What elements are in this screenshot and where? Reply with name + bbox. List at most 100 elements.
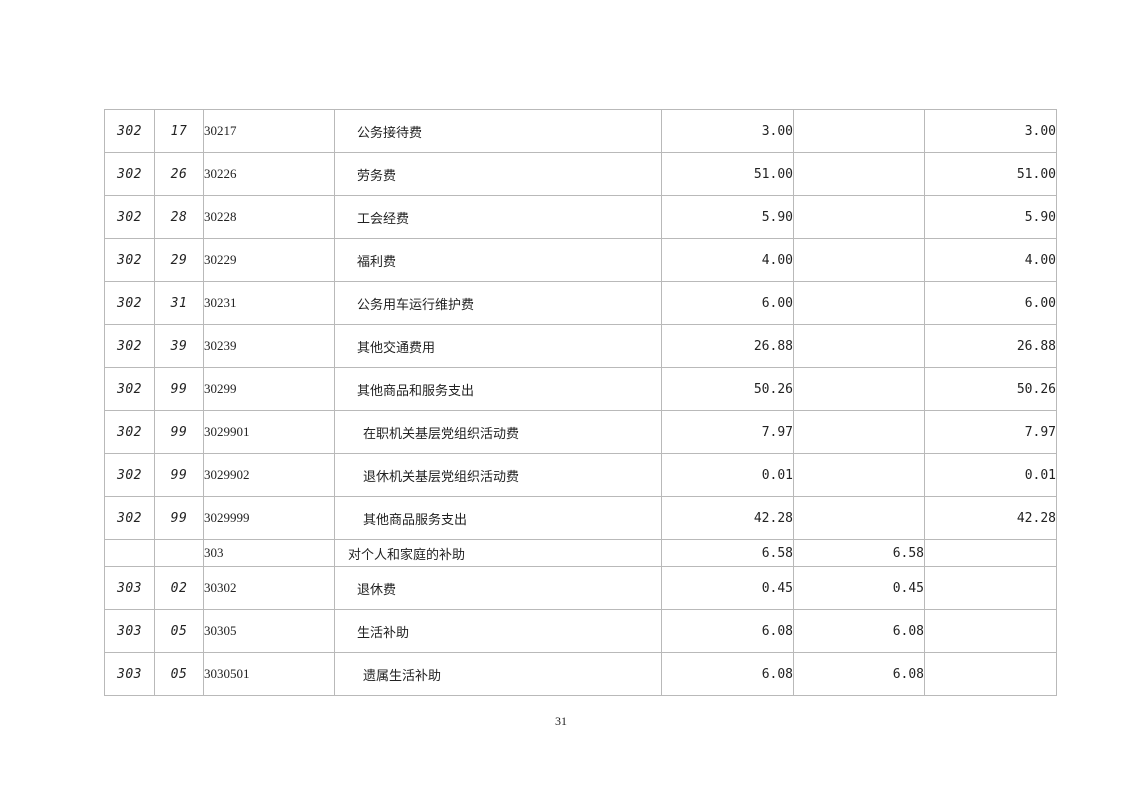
subject-code-cell: 30228 bbox=[203, 195, 335, 239]
basic-amount-cell: 0.45 bbox=[793, 566, 925, 610]
table-row: 302 99 3029901 在职机关基层党组织活动费 7.97 7.97 bbox=[104, 410, 1057, 454]
subject-name-cell: 在职机关基层党组织活动费 bbox=[334, 410, 662, 454]
subject-code-cell: 3029901 bbox=[203, 410, 335, 454]
project-amount-cell: 3.00 bbox=[924, 109, 1057, 153]
total-amount-cell: 0.45 bbox=[661, 566, 794, 610]
basic-amount-cell bbox=[793, 367, 925, 411]
total-amount-cell: 42.28 bbox=[661, 496, 794, 540]
table-row: 302 39 30239 其他交通费用 26.88 26.88 bbox=[104, 324, 1057, 368]
class-code-cell: 303 bbox=[104, 566, 155, 610]
basic-amount-cell bbox=[793, 238, 925, 282]
subject-name-cell: 劳务费 bbox=[334, 152, 662, 196]
basic-amount-cell bbox=[793, 281, 925, 325]
total-amount-cell: 4.00 bbox=[661, 238, 794, 282]
subject-code-cell: 30305 bbox=[203, 609, 335, 653]
basic-amount-cell bbox=[793, 324, 925, 368]
item-code-cell: 17 bbox=[154, 109, 204, 153]
project-amount-cell bbox=[924, 609, 1057, 653]
project-amount-cell: 0.01 bbox=[924, 453, 1057, 497]
class-code-cell: 302 bbox=[104, 195, 155, 239]
basic-amount-cell: 6.58 bbox=[793, 539, 925, 567]
class-code-cell: 303 bbox=[104, 609, 155, 653]
total-amount-cell: 50.26 bbox=[661, 367, 794, 411]
project-amount-cell bbox=[924, 652, 1057, 696]
project-amount-cell: 5.90 bbox=[924, 195, 1057, 239]
basic-amount-cell bbox=[793, 152, 925, 196]
table-row: 302 99 3029902 退休机关基层党组织活动费 0.01 0.01 bbox=[104, 453, 1057, 497]
total-amount-cell: 6.08 bbox=[661, 609, 794, 653]
basic-amount-cell bbox=[793, 109, 925, 153]
class-code-cell: 302 bbox=[104, 453, 155, 497]
total-amount-cell: 26.88 bbox=[661, 324, 794, 368]
project-amount-cell: 50.26 bbox=[924, 367, 1057, 411]
class-code-cell: 302 bbox=[104, 410, 155, 454]
table-row: 302 99 30299 其他商品和服务支出 50.26 50.26 bbox=[104, 367, 1057, 411]
project-amount-cell: 51.00 bbox=[924, 152, 1057, 196]
item-code-cell: 99 bbox=[154, 453, 204, 497]
class-code-cell: 302 bbox=[104, 281, 155, 325]
project-amount-cell: 6.00 bbox=[924, 281, 1057, 325]
subject-name-cell: 公务接待费 bbox=[334, 109, 662, 153]
subject-code-cell: 30229 bbox=[203, 238, 335, 282]
item-code-cell: 29 bbox=[154, 238, 204, 282]
item-code-cell: 02 bbox=[154, 566, 204, 610]
table-row: 302 29 30229 福利费 4.00 4.00 bbox=[104, 238, 1057, 282]
item-code-cell: 26 bbox=[154, 152, 204, 196]
subject-code-cell: 30226 bbox=[203, 152, 335, 196]
total-amount-cell: 0.01 bbox=[661, 453, 794, 497]
item-code-cell: 05 bbox=[154, 652, 204, 696]
project-amount-cell: 4.00 bbox=[924, 238, 1057, 282]
subject-name-cell: 公务用车运行维护费 bbox=[334, 281, 662, 325]
subject-code-cell: 303 bbox=[203, 539, 335, 567]
table-row: 302 99 3029999 其他商品服务支出 42.28 42.28 bbox=[104, 496, 1057, 540]
table-row: 302 26 30226 劳务费 51.00 51.00 bbox=[104, 152, 1057, 196]
table-row: 303 05 3030501 遗属生活补助 6.08 6.08 bbox=[104, 652, 1057, 696]
subject-name-cell: 工会经费 bbox=[334, 195, 662, 239]
total-amount-cell: 51.00 bbox=[661, 152, 794, 196]
basic-amount-cell bbox=[793, 195, 925, 239]
item-code-cell: 99 bbox=[154, 367, 204, 411]
class-code-cell: 302 bbox=[104, 109, 155, 153]
page-number: 31 bbox=[555, 714, 567, 728]
subject-name-cell: 退休机关基层党组织活动费 bbox=[334, 453, 662, 497]
basic-amount-cell: 6.08 bbox=[793, 652, 925, 696]
table-row: 303 05 30305 生活补助 6.08 6.08 bbox=[104, 609, 1057, 653]
total-amount-cell: 5.90 bbox=[661, 195, 794, 239]
project-amount-cell: 26.88 bbox=[924, 324, 1057, 368]
class-code-cell: 302 bbox=[104, 367, 155, 411]
item-code-cell: 05 bbox=[154, 609, 204, 653]
class-code-cell: 302 bbox=[104, 238, 155, 282]
item-code-cell: 39 bbox=[154, 324, 204, 368]
subject-name-cell: 对个人和家庭的补助 bbox=[334, 539, 662, 567]
subject-name-cell: 退休费 bbox=[334, 566, 662, 610]
item-code-cell: 31 bbox=[154, 281, 204, 325]
total-amount-cell: 6.00 bbox=[661, 281, 794, 325]
subject-code-cell: 30217 bbox=[203, 109, 335, 153]
table-row: 302 31 30231 公务用车运行维护费 6.00 6.00 bbox=[104, 281, 1057, 325]
subject-code-cell: 3029902 bbox=[203, 453, 335, 497]
budget-table: 302 17 30217 公务接待费 3.00 3.00 302 26 3022… bbox=[104, 109, 1057, 696]
item-code-cell: 28 bbox=[154, 195, 204, 239]
total-amount-cell: 3.00 bbox=[661, 109, 794, 153]
item-code-cell bbox=[154, 539, 204, 567]
subject-code-cell: 30231 bbox=[203, 281, 335, 325]
total-amount-cell: 7.97 bbox=[661, 410, 794, 454]
table-row: 302 17 30217 公务接待费 3.00 3.00 bbox=[104, 109, 1057, 153]
subject-code-cell: 30299 bbox=[203, 367, 335, 411]
basic-amount-cell bbox=[793, 496, 925, 540]
subject-name-cell: 其他商品服务支出 bbox=[334, 496, 662, 540]
class-code-cell: 302 bbox=[104, 152, 155, 196]
subject-name-cell: 福利费 bbox=[334, 238, 662, 282]
table-row: 302 28 30228 工会经费 5.90 5.90 bbox=[104, 195, 1057, 239]
subject-code-cell: 30239 bbox=[203, 324, 335, 368]
project-amount-cell: 7.97 bbox=[924, 410, 1057, 454]
class-code-cell: 302 bbox=[104, 324, 155, 368]
subject-name-cell: 生活补助 bbox=[334, 609, 662, 653]
subject-code-cell: 3029999 bbox=[203, 496, 335, 540]
table-body: 302 17 30217 公务接待费 3.00 3.00 302 26 3022… bbox=[104, 109, 1057, 696]
project-amount-cell bbox=[924, 566, 1057, 610]
total-amount-cell: 6.08 bbox=[661, 652, 794, 696]
total-amount-cell: 6.58 bbox=[661, 539, 794, 567]
class-code-cell: 302 bbox=[104, 496, 155, 540]
basic-amount-cell bbox=[793, 410, 925, 454]
